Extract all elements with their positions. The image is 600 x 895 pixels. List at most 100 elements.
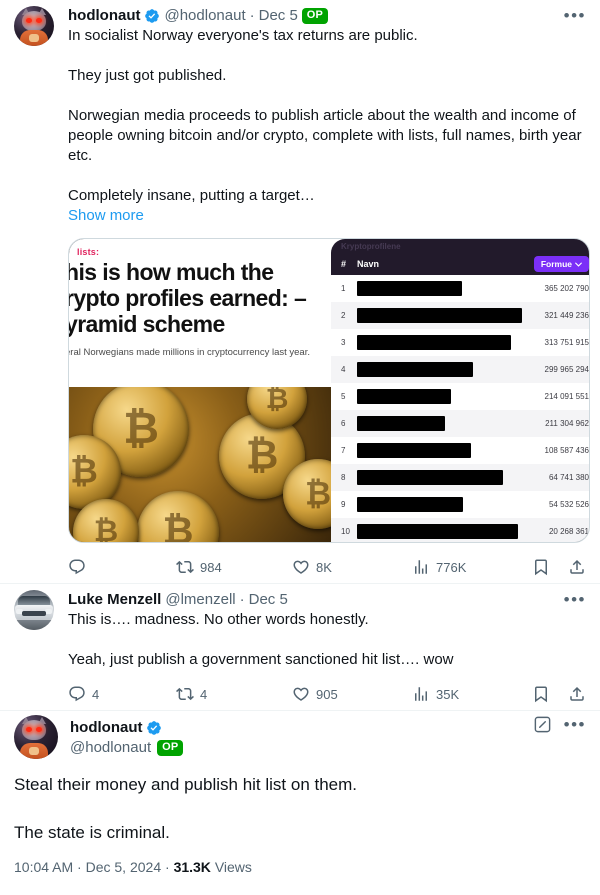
tweet-header: hodlonaut @hodlonaut · Dec 5 OP ••• <box>68 6 586 26</box>
row-rank: 9 <box>341 500 346 509</box>
row-rank: 10 <box>341 527 350 536</box>
table-row[interactable]: 5 214 091 551 <box>331 383 589 410</box>
row-value: 108 587 436 <box>544 446 590 455</box>
row-name-redacted <box>357 308 545 323</box>
views-bar-chart-icon <box>415 687 427 701</box>
table-row[interactable]: 2 321 449 236 <box>331 302 589 329</box>
redaction-bar <box>357 389 451 404</box>
retweet-icon <box>176 560 194 574</box>
row-value: 365 202 790 <box>544 284 590 293</box>
name-row: hodlonaut <box>70 718 183 738</box>
like-button[interactable]: 8K <box>292 558 412 576</box>
avatar[interactable] <box>14 590 54 630</box>
bookmark-button[interactable] <box>532 685 550 703</box>
grok-analyze-icon[interactable] <box>533 715 552 734</box>
views-button[interactable]: 776K <box>412 558 532 576</box>
media-wealth-table-screenshot[interactable]: Kryptoprofilene # Navn Formue 1 365 202 7… <box>331 239 589 542</box>
like-heart-icon <box>293 687 309 701</box>
avatar-art <box>20 30 48 46</box>
display-name[interactable]: Luke Menzell <box>68 590 161 610</box>
table-row[interactable]: 10 20 268 361 <box>331 518 589 542</box>
tweet-actions: 4 4 905 35K <box>68 678 586 710</box>
article-subhead: eral Norwegians made millions in cryptoc… <box>69 347 310 358</box>
article-headline: his is how much the rypto profiles earne… <box>69 259 307 337</box>
avatar-column <box>14 590 56 630</box>
tweet-date[interactable]: Dec 5, 2024 <box>86 859 162 875</box>
formue-sort-button[interactable]: Formue <box>533 256 589 272</box>
table-row[interactable]: 9 54 532 526 <box>331 491 589 518</box>
table-row[interactable]: 3 313 751 915 <box>331 329 589 356</box>
more-options-icon[interactable]: ••• <box>564 591 586 608</box>
row-name-redacted <box>357 281 545 296</box>
row-name-redacted <box>357 389 545 404</box>
avatar-art <box>20 743 48 759</box>
like-button[interactable]: 905 <box>292 685 412 703</box>
views-count: 31.3K <box>173 859 211 875</box>
tweet-reply-1[interactable]: Luke Menzell @lmenzell · Dec 5 ••• This … <box>0 584 600 710</box>
display-name[interactable]: hodlonaut <box>70 718 142 738</box>
formue-label: Formue <box>540 259 572 269</box>
row-value: 214 091 551 <box>544 392 590 401</box>
retweet-button[interactable]: 4 <box>176 685 292 703</box>
column-header-name: Navn <box>357 259 380 269</box>
share-button[interactable] <box>568 685 586 703</box>
op-badge: OP <box>301 8 329 24</box>
row-rank: 8 <box>341 473 346 482</box>
table-row[interactable]: 8 64 741 380 <box>331 464 589 491</box>
table-row[interactable]: 7 108 587 436 <box>331 437 589 464</box>
avatar[interactable] <box>14 6 54 46</box>
media-article-screenshot[interactable]: lists: his is how much the rypto profile… <box>69 239 331 542</box>
row-rank: 4 <box>341 365 346 374</box>
share-button[interactable] <box>568 558 586 576</box>
row-value: 20 268 361 <box>548 527 589 536</box>
more-options-icon[interactable]: ••• <box>564 7 586 24</box>
avatar[interactable] <box>14 715 58 759</box>
row-name-redacted <box>357 443 545 458</box>
table-body: 1 365 202 790 2 321 449 236 3 313 751 915 4 299… <box>331 275 589 542</box>
views-bar-chart-icon <box>415 560 427 574</box>
table-row[interactable]: 4 299 965 294 <box>331 356 589 383</box>
row-rank: 3 <box>341 338 346 347</box>
tweet-media[interactable]: lists: his is how much the rypto profile… <box>68 238 590 543</box>
retweet-button[interactable]: 984 <box>176 558 292 576</box>
separator-dot: · <box>77 859 82 875</box>
views-count: 776K <box>436 559 467 575</box>
table-row[interactable]: 6 211 304 962 <box>331 410 589 437</box>
row-rank: 5 <box>341 392 346 401</box>
handle-row: @hodlonaut OP <box>70 739 184 756</box>
row-value: 299 965 294 <box>544 365 590 374</box>
tweet-primary[interactable]: hodlonaut @hodlonaut · Dec 5 OP ••• In s… <box>0 0 600 583</box>
handle[interactable]: @hodlonaut <box>164 6 245 26</box>
row-name-redacted <box>357 416 545 431</box>
redaction-bar <box>357 308 522 323</box>
tweet-time[interactable]: 10:04 AM <box>14 859 73 875</box>
table-header-row: # Navn Formue <box>331 253 589 275</box>
handle[interactable]: @lmenzell <box>165 590 235 610</box>
bookmark-icon <box>535 686 547 703</box>
views-button[interactable]: 35K <box>412 685 532 703</box>
views-label[interactable]: Views <box>215 859 252 875</box>
handle[interactable]: @hodlonaut <box>70 739 151 756</box>
bookmark-button[interactable] <box>532 558 550 576</box>
tweet-focused[interactable]: hodlonaut @hodlonaut OP ••• Steal their … <box>0 711 600 875</box>
reply-button[interactable] <box>68 558 176 576</box>
display-name[interactable]: hodlonaut <box>68 6 140 26</box>
reply-icon <box>69 686 85 702</box>
tweet-actions: 984 8K 776K <box>68 551 586 583</box>
like-count: 8K <box>316 559 332 575</box>
row-value: 54 532 526 <box>548 500 589 509</box>
chevron-down-icon <box>575 262 582 267</box>
redaction-bar <box>357 470 503 485</box>
timestamp[interactable]: Dec 5 <box>249 590 288 610</box>
column-header-rank: # <box>341 259 347 269</box>
tweet-thread: hodlonaut @hodlonaut · Dec 5 OP ••• In s… <box>0 0 600 875</box>
show-more-link[interactable]: Show more <box>68 206 586 226</box>
timestamp[interactable]: Dec 5 <box>259 6 298 26</box>
more-options-icon[interactable]: ••• <box>564 716 586 733</box>
tweet-text: This is…. madness. No other words honest… <box>68 611 454 668</box>
reply-button[interactable]: 4 <box>68 685 176 703</box>
redaction-bar <box>357 335 511 350</box>
row-name-redacted <box>357 335 545 350</box>
separator-dot: · <box>249 7 255 24</box>
table-row[interactable]: 1 365 202 790 <box>331 275 589 302</box>
